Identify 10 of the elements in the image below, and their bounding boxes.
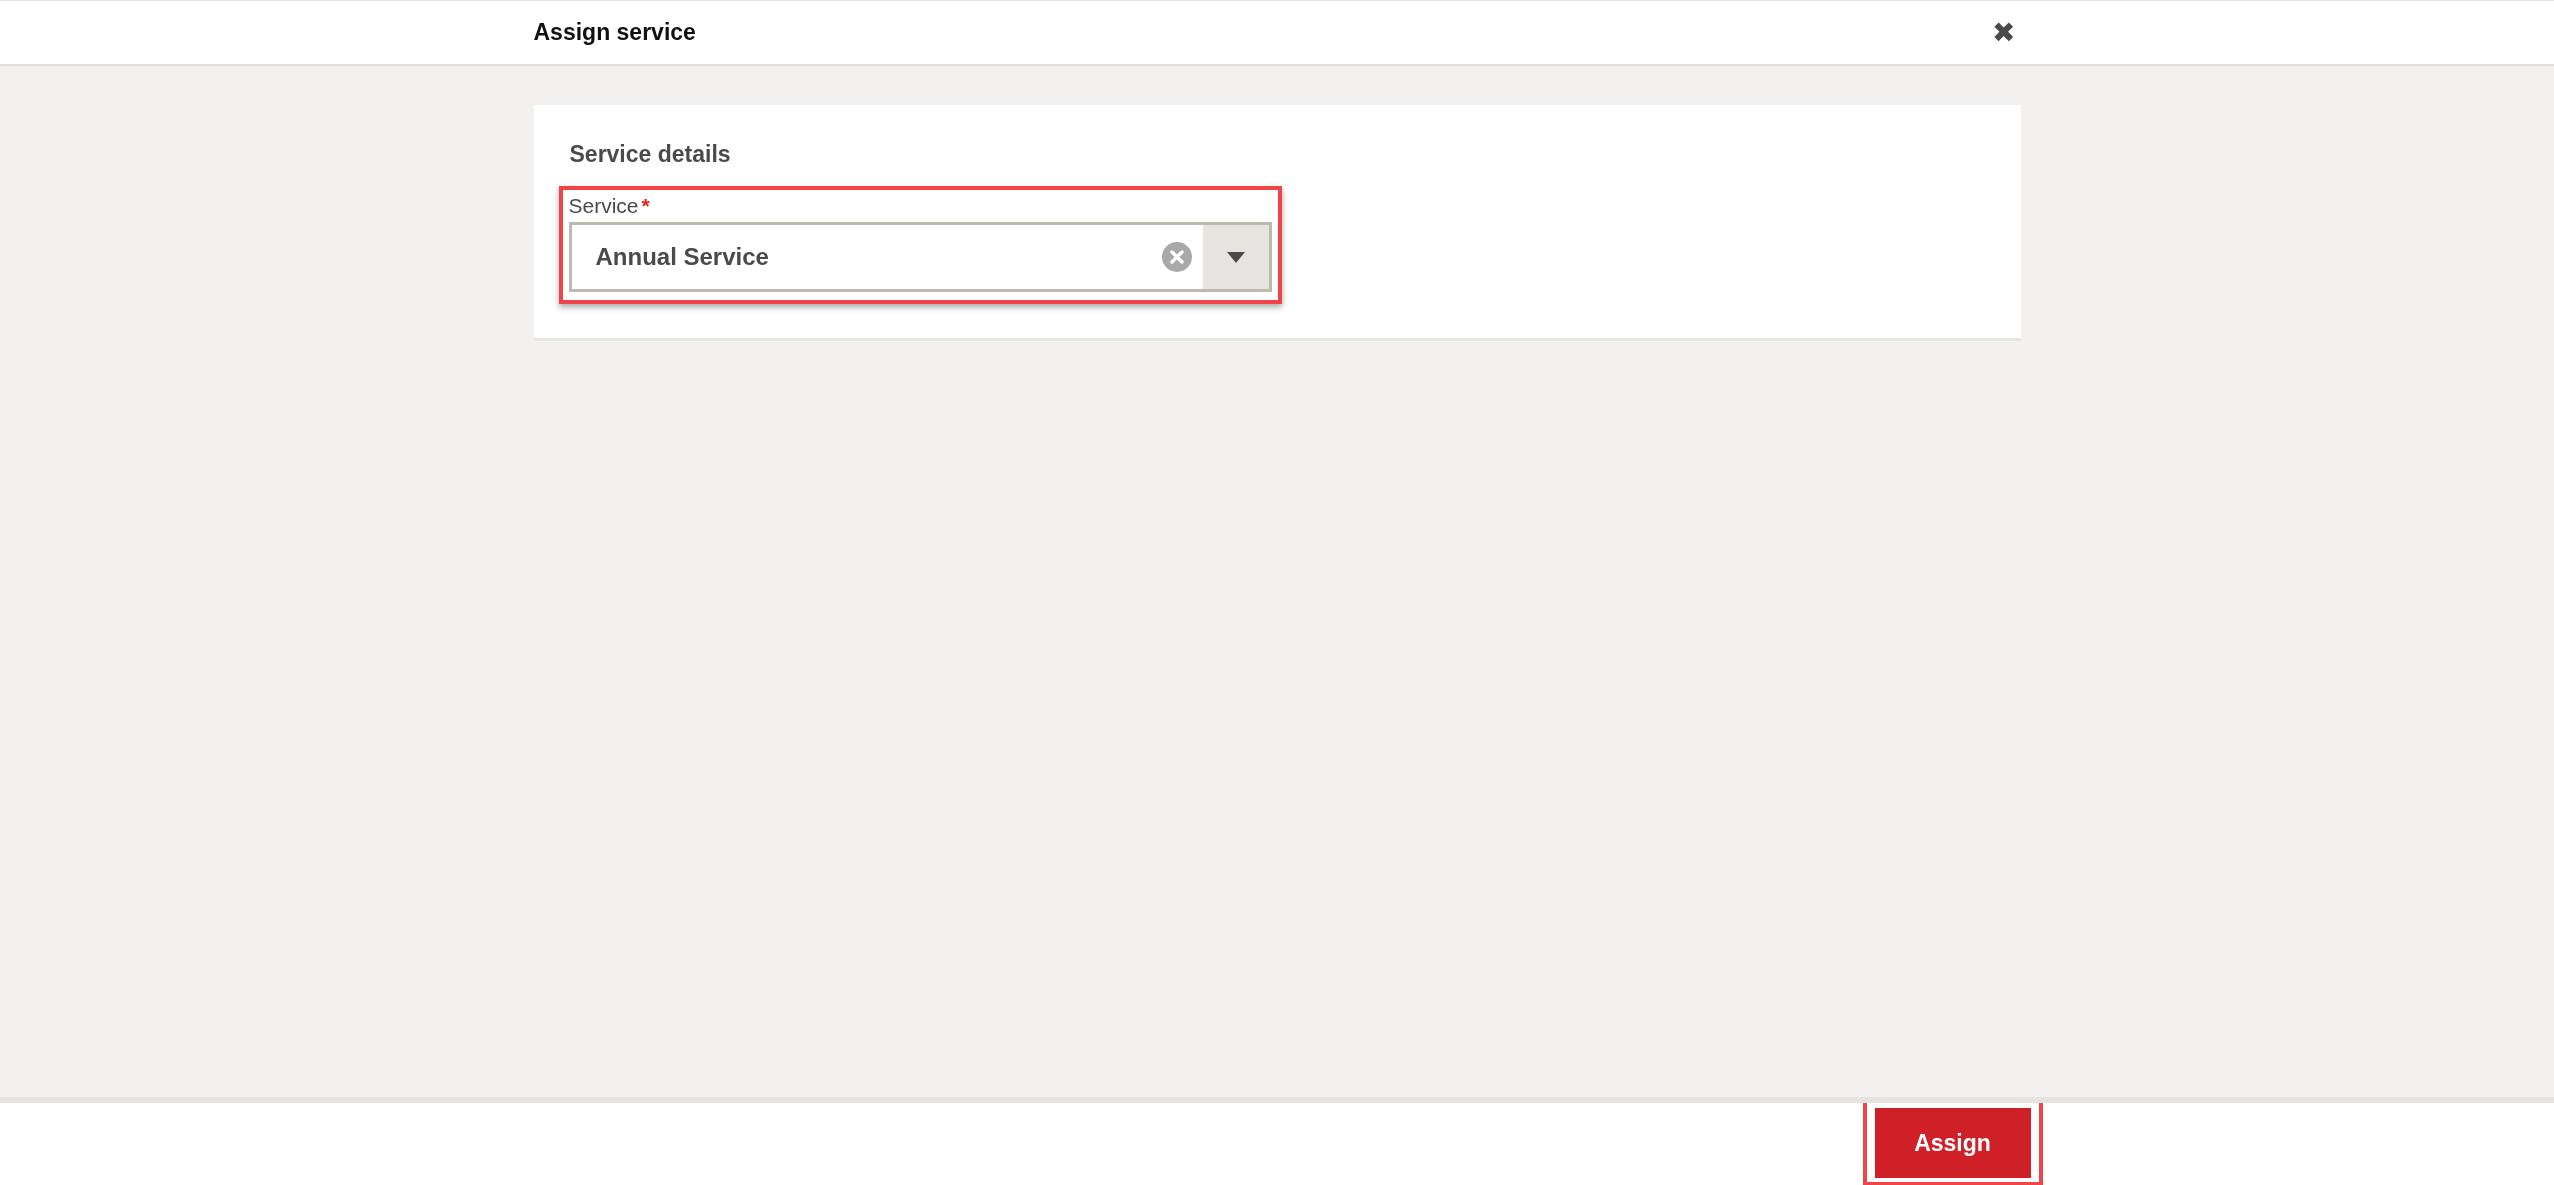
close-button[interactable]: ✖ xyxy=(1985,18,2021,47)
required-mark: * xyxy=(641,194,650,218)
service-select[interactable]: Annual Service xyxy=(568,222,1272,292)
section-title: Service details xyxy=(569,141,732,168)
field-label: Service xyxy=(568,194,639,218)
dialog-title: Assign service xyxy=(533,19,696,46)
select-value: Annual Service xyxy=(594,243,770,271)
caret-icon xyxy=(1226,251,1245,263)
dropdown-toggle[interactable] xyxy=(1202,225,1269,289)
assign-button[interactable]: Assign xyxy=(1874,1108,2031,1178)
